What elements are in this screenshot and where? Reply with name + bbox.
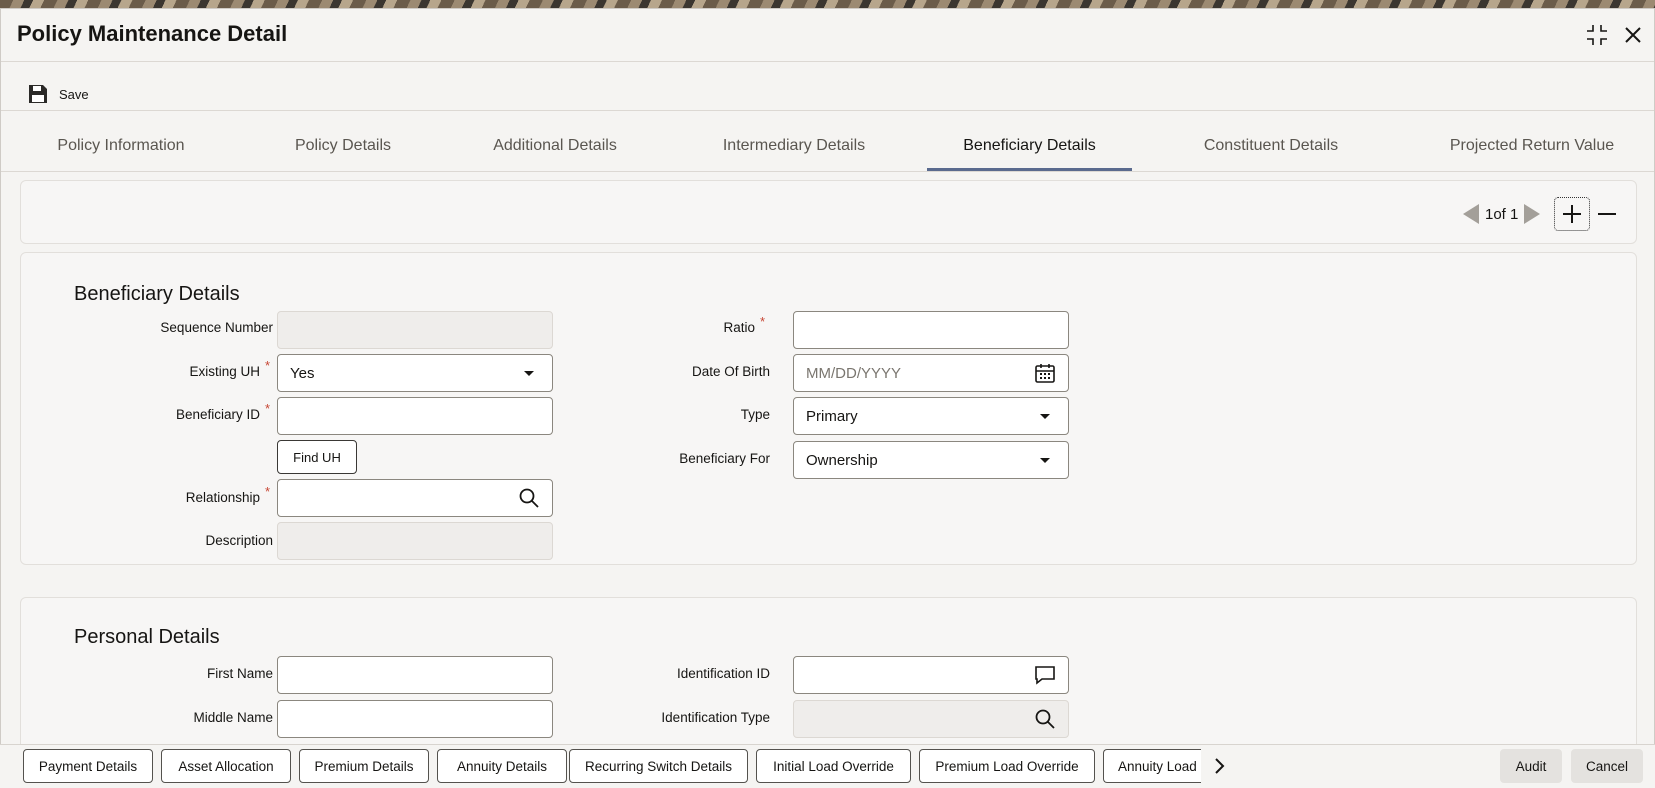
save-button[interactable]: Save <box>27 81 89 107</box>
previous-record-icon[interactable] <box>1463 204 1479 224</box>
description-label: Description <box>205 533 273 548</box>
audit-button[interactable]: Audit <box>1500 749 1562 783</box>
chevron-down-icon <box>524 371 534 376</box>
next-record-icon[interactable] <box>1524 204 1541 224</box>
pager-text: 1of 1 <box>1485 205 1519 223</box>
existing-uh-select[interactable]: Yes <box>277 354 553 392</box>
payment-details-button[interactable]: Payment Details <box>23 749 153 783</box>
policy-maintenance-window: Policy Maintenance Detail Save Policy In… <box>0 8 1655 788</box>
close-icon[interactable] <box>1621 23 1645 47</box>
chevron-down-icon <box>1040 458 1050 463</box>
section-title-beneficiary: Beneficiary Details <box>74 283 240 305</box>
window-title: Policy Maintenance Detail <box>17 21 288 46</box>
tab-intermediary-details[interactable]: Intermediary Details <box>689 131 899 171</box>
tab-additional-details[interactable]: Additional Details <box>465 131 645 171</box>
search-icon[interactable] <box>518 487 540 509</box>
cancel-button[interactable]: Cancel <box>1571 749 1643 783</box>
comment-icon[interactable] <box>1034 664 1056 686</box>
required-mark: * <box>264 358 270 373</box>
divider <box>1 61 1654 62</box>
initial-load-override-button[interactable]: Initial Load Override <box>756 749 911 783</box>
save-label: Save <box>59 86 89 102</box>
required-mark: * <box>264 401 270 416</box>
required-mark: * <box>759 314 765 329</box>
identification-id-label: Identification ID <box>676 666 770 681</box>
date-of-birth-label: Date Of Birth <box>691 364 770 379</box>
identification-type-field <box>793 700 1069 738</box>
divider <box>1 110 1654 111</box>
tab-policy-details[interactable]: Policy Details <box>263 131 423 171</box>
title-bar: Policy Maintenance Detail <box>1 9 1654 61</box>
premium-details-button[interactable]: Premium Details <box>299 749 429 783</box>
search-icon[interactable] <box>1034 708 1056 730</box>
date-of-birth-input[interactable]: MM/DD/YYYY <box>793 354 1069 392</box>
beneficiary-for-label: Beneficiary For <box>679 451 770 466</box>
description-field <box>277 522 553 560</box>
relationship-label: Relationship * <box>185 484 270 505</box>
tab-policy-information[interactable]: Policy Information <box>41 131 201 171</box>
sequence-number-label: Sequence Number <box>160 320 273 335</box>
first-name-label: First Name <box>206 666 273 681</box>
tab-beneficiary-details[interactable]: Beneficiary Details <box>927 131 1132 171</box>
required-mark: * <box>264 484 270 499</box>
ratio-label: Ratio * <box>723 314 765 335</box>
middle-name-input[interactable] <box>277 700 553 738</box>
tab-projected-return-value[interactable]: Projected Return Value <box>1426 131 1638 171</box>
beneficiary-id-input[interactable] <box>277 397 553 435</box>
divider <box>1 171 1654 172</box>
bottom-action-bar: Payment Details Asset Allocation Premium… <box>0 744 1655 788</box>
chevron-right-icon[interactable] <box>1208 755 1230 777</box>
sequence-number-field <box>277 311 553 349</box>
section-title-personal: Personal Details <box>74 626 220 648</box>
first-name-input[interactable] <box>277 656 553 694</box>
beneficiary-details-section: Beneficiary Details Sequence Number Exis… <box>20 252 1637 565</box>
add-record-button[interactable] <box>1554 197 1591 231</box>
existing-uh-label: Existing UH * <box>189 358 270 379</box>
tab-bar: Policy Information Policy Details Additi… <box>1 131 1654 171</box>
pager: 1of 1 <box>1463 197 1622 231</box>
record-navigation-panel: 1of 1 <box>20 180 1637 244</box>
beneficiary-id-label: Beneficiary ID * <box>175 401 270 422</box>
asset-allocation-button[interactable]: Asset Allocation <box>161 749 291 783</box>
save-icon <box>29 85 47 103</box>
relationship-input[interactable] <box>277 479 553 517</box>
middle-name-label: Middle Name <box>193 710 273 725</box>
maximize-icon[interactable] <box>1585 23 1609 47</box>
ratio-input[interactable] <box>793 311 1069 349</box>
beneficiary-for-select[interactable]: Ownership <box>793 441 1069 479</box>
identification-id-input[interactable] <box>793 656 1069 694</box>
annuity-load-button[interactable]: Annuity Load <box>1103 749 1201 783</box>
plus-icon <box>1563 205 1582 223</box>
identification-type-label: Identification Type <box>661 710 770 725</box>
minus-icon <box>1598 213 1617 215</box>
premium-load-override-button[interactable]: Premium Load Override <box>919 749 1095 783</box>
personal-details-section: Personal Details First Name Middle Name … <box>20 597 1637 757</box>
chevron-down-icon <box>1040 414 1050 419</box>
header-banner <box>0 0 1655 8</box>
type-label: Type <box>740 407 770 422</box>
annuity-details-button[interactable]: Annuity Details <box>437 749 567 783</box>
tab-constituent-details[interactable]: Constituent Details <box>1171 131 1371 171</box>
calendar-icon[interactable] <box>1034 362 1056 384</box>
recurring-switch-details-button[interactable]: Recurring Switch Details <box>569 749 748 783</box>
type-select[interactable]: Primary <box>793 397 1069 435</box>
find-uh-button[interactable]: Find UH <box>277 440 357 474</box>
delete-record-button[interactable] <box>1592 197 1622 231</box>
